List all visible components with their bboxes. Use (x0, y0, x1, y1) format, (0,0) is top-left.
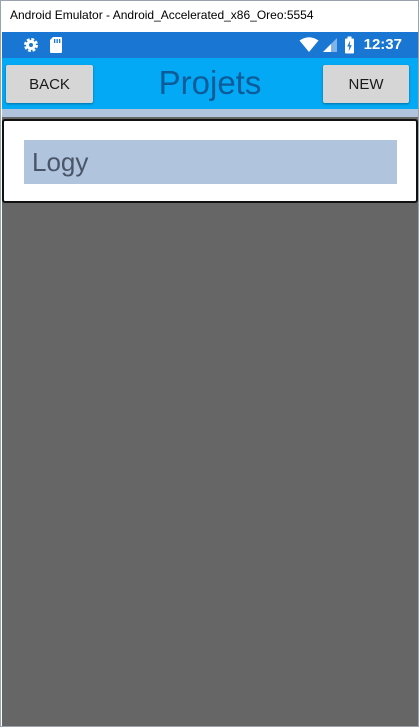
project-list-item[interactable]: Logy (2, 119, 418, 203)
emulator-window: Android Emulator - Android_Accelerated_x… (0, 0, 419, 727)
signal-icon (322, 36, 338, 54)
project-name: Logy (24, 140, 397, 184)
new-button[interactable]: NEW (323, 65, 409, 103)
sd-card-icon (49, 36, 63, 54)
toolbar-separator (2, 109, 418, 117)
window-title: Android Emulator - Android_Accelerated_x… (10, 8, 314, 22)
status-time: 12:37 (363, 36, 402, 53)
back-button[interactable]: BACK (6, 65, 93, 103)
page-title: Projets (158, 64, 262, 101)
gear-icon (22, 36, 40, 54)
wifi-icon (299, 36, 319, 54)
battery-icon (344, 36, 355, 54)
app-toolbar: BACK Projets NEW (2, 58, 418, 109)
status-bar: 12:37 (2, 32, 418, 58)
android-screen: 12:37 BACK Projets NEW Logy (2, 32, 418, 726)
window-titlebar[interactable]: Android Emulator - Android_Accelerated_x… (1, 1, 418, 31)
